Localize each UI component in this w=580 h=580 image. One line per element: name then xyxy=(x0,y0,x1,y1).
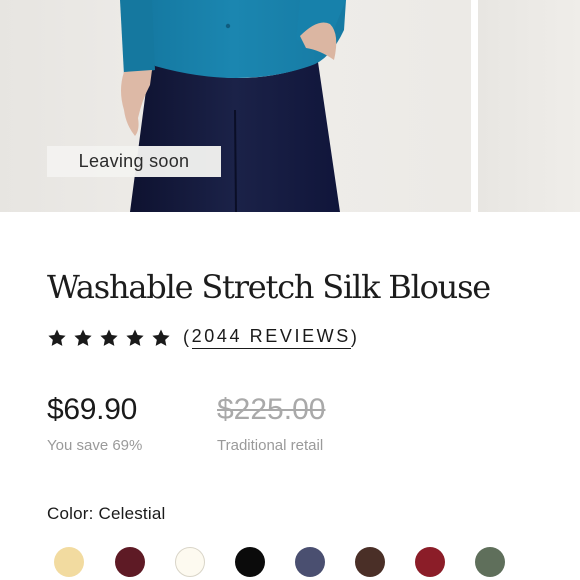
swatch-navy[interactable] xyxy=(295,547,325,577)
swatch-ivory[interactable] xyxy=(175,547,205,577)
product-image-gallery[interactable]: Leaving soon xyxy=(0,0,580,212)
swatch-burgundy[interactable] xyxy=(115,547,145,577)
savings-text: You save 69% xyxy=(47,437,143,454)
reviews-open-paren: ( xyxy=(183,327,192,347)
retail-price-label: Traditional retail xyxy=(217,437,324,454)
star-icon xyxy=(100,329,118,346)
leaving-soon-badge: Leaving soon xyxy=(47,146,221,177)
product-photo-main[interactable]: Leaving soon xyxy=(0,0,471,212)
swatch-brown[interactable] xyxy=(355,547,385,577)
swatch-olive[interactable] xyxy=(475,547,505,577)
product-title: Washable Stretch Silk Blouse xyxy=(47,268,491,306)
retail-price: $225.00 xyxy=(217,393,326,426)
star-icon xyxy=(152,329,170,346)
swatch-black[interactable] xyxy=(235,547,265,577)
star-icon xyxy=(74,329,92,346)
model-photo-illustration xyxy=(120,0,346,212)
badge-label: Leaving soon xyxy=(78,151,190,171)
reviews-close-paren: ) xyxy=(350,327,360,347)
star-icon xyxy=(48,329,66,346)
color-label: Color: Celestial xyxy=(47,504,166,523)
star-rating xyxy=(47,328,177,348)
product-photo-next[interactable] xyxy=(478,0,580,212)
color-swatches xyxy=(54,547,524,579)
sale-price: $69.90 xyxy=(47,393,137,426)
swatch-red[interactable] xyxy=(415,547,445,577)
star-icon xyxy=(126,329,144,346)
rating-row: (2044 REVIEWS) xyxy=(47,326,359,349)
reviews-count[interactable]: 2044 REVIEWS xyxy=(191,326,351,349)
reviews-link[interactable]: (2044 REVIEWS) xyxy=(183,326,359,349)
swatch-sand[interactable] xyxy=(54,547,84,577)
